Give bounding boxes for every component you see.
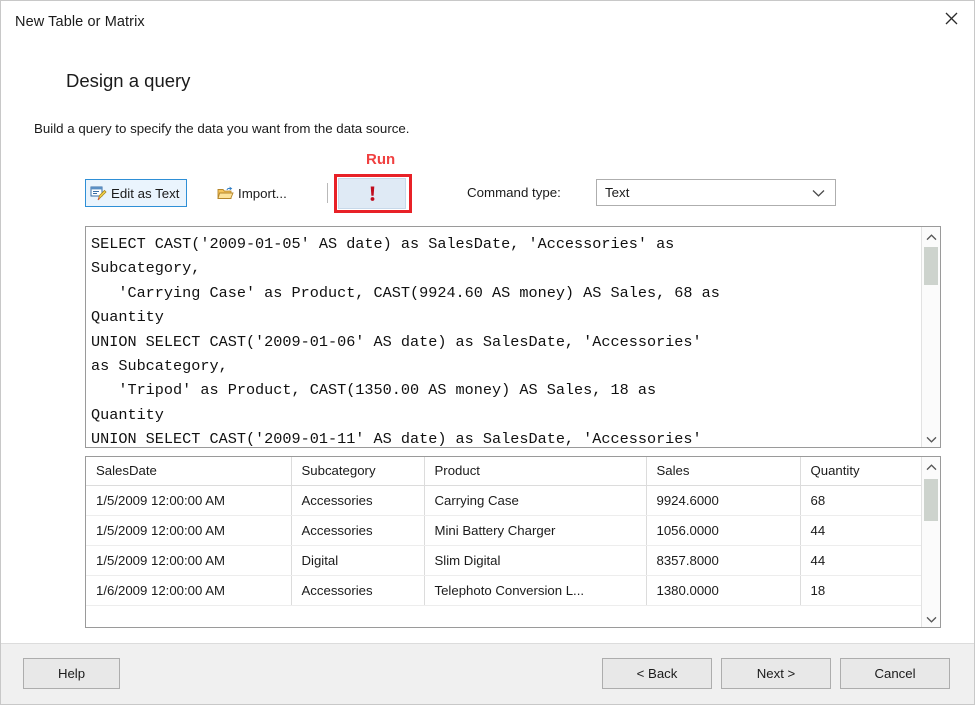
cell-salesdate: 1/5/2009 12:00:00 AM — [86, 516, 291, 546]
command-type-label: Command type: — [467, 185, 561, 200]
sql-scroll-down-button[interactable] — [922, 429, 940, 447]
grid-scroll-down-button[interactable] — [922, 609, 940, 627]
cell-sales: 9924.6000 — [646, 486, 800, 516]
cell-subcategory: Digital — [291, 546, 424, 576]
import-label: Import... — [238, 186, 287, 201]
cell-subcategory: Accessories — [291, 486, 424, 516]
cell-subcategory: Accessories — [291, 576, 424, 606]
table-row[interactable]: 1/5/2009 12:00:00 AM Accessories Mini Ba… — [86, 516, 921, 546]
close-icon — [944, 11, 959, 26]
cell-subcategory: Accessories — [291, 516, 424, 546]
grid-scroll-up-button[interactable] — [922, 457, 940, 475]
close-button[interactable] — [928, 1, 974, 35]
edit-as-text-button[interactable]: Edit as Text — [85, 179, 187, 207]
column-header-sales[interactable]: Sales — [646, 457, 800, 486]
chevron-up-icon — [926, 229, 937, 244]
sql-editor-scrollbar[interactable] — [921, 227, 940, 447]
results-table: SalesDate Subcategory Product Sales Quan… — [86, 457, 921, 606]
query-toolbar: Edit as Text Import... Run — [85, 179, 857, 211]
cell-quantity: 44 — [800, 546, 921, 576]
window-title: New Table or Matrix — [15, 14, 145, 30]
run-exclamation-icon — [364, 185, 381, 202]
grid-viewport: SalesDate Subcategory Product Sales Quan… — [86, 457, 921, 627]
toolbar-separator — [327, 183, 328, 203]
page-title: Design a query — [66, 70, 190, 92]
command-type-select[interactable]: Text — [596, 179, 836, 206]
help-button[interactable]: Help — [23, 658, 120, 689]
sql-query-editor[interactable]: SELECT CAST('2009-01-05' AS date) as Sal… — [85, 226, 941, 448]
table-row[interactable]: 1/5/2009 12:00:00 AM Digital Slim Digita… — [86, 546, 921, 576]
command-type-value: Text — [605, 185, 812, 200]
chevron-down-icon — [926, 611, 937, 626]
cell-quantity: 68 — [800, 486, 921, 516]
chevron-down-icon — [812, 189, 825, 197]
title-bar: New Table or Matrix — [1, 1, 974, 45]
grid-scroll-thumb[interactable] — [924, 479, 938, 521]
import-button[interactable]: Import... — [212, 179, 294, 207]
cell-quantity: 44 — [800, 516, 921, 546]
grid-scrollbar[interactable] — [921, 457, 940, 627]
sql-scroll-thumb[interactable] — [924, 247, 938, 285]
edit-as-text-label: Edit as Text — [111, 186, 180, 201]
column-header-salesdate[interactable]: SalesDate — [86, 457, 291, 486]
query-results-grid[interactable]: SalesDate Subcategory Product Sales Quan… — [85, 456, 941, 628]
next-button[interactable]: Next > — [721, 658, 831, 689]
table-header-row: SalesDate Subcategory Product Sales Quan… — [86, 457, 921, 486]
cell-salesdate: 1/5/2009 12:00:00 AM — [86, 546, 291, 576]
cell-product: Slim Digital — [424, 546, 646, 576]
cell-product: Mini Battery Charger — [424, 516, 646, 546]
cell-salesdate: 1/5/2009 12:00:00 AM — [86, 486, 291, 516]
cell-sales: 1380.0000 — [646, 576, 800, 606]
page-description: Build a query to specify the data you wa… — [34, 121, 409, 136]
cell-sales: 8357.8000 — [646, 546, 800, 576]
table-row[interactable]: 1/5/2009 12:00:00 AM Accessories Carryin… — [86, 486, 921, 516]
table-row[interactable]: 1/6/2009 12:00:00 AM Accessories Telepho… — [86, 576, 921, 606]
cell-quantity: 18 — [800, 576, 921, 606]
cell-product: Telephoto Conversion L... — [424, 576, 646, 606]
cell-product: Carrying Case — [424, 486, 646, 516]
cancel-button[interactable]: Cancel — [840, 658, 950, 689]
chevron-down-icon — [926, 431, 937, 446]
cell-sales: 1056.0000 — [646, 516, 800, 546]
column-header-product[interactable]: Product — [424, 457, 646, 486]
cell-salesdate: 1/6/2009 12:00:00 AM — [86, 576, 291, 606]
sql-scroll-up-button[interactable] — [922, 227, 940, 245]
dialog-content: Design a query Build a query to specify … — [1, 45, 974, 644]
dialog-footer: Help < Back Next > Cancel — [1, 643, 974, 704]
column-header-quantity[interactable]: Quantity — [800, 457, 921, 486]
open-folder-icon — [217, 185, 234, 202]
run-annotation-label: Run — [366, 151, 395, 168]
edit-as-text-icon — [90, 185, 107, 202]
run-button[interactable] — [338, 178, 406, 209]
chevron-up-icon — [926, 459, 937, 474]
sql-query-text[interactable]: SELECT CAST('2009-01-05' AS date) as Sal… — [86, 227, 921, 447]
column-header-subcategory[interactable]: Subcategory — [291, 457, 424, 486]
back-button[interactable]: < Back — [602, 658, 712, 689]
